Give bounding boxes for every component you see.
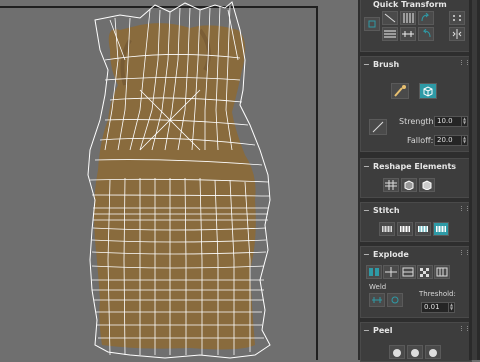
panel-scrollbar[interactable] — [469, 0, 480, 360]
spinner-arrows-icon[interactable]: ▲ ▼ — [461, 117, 467, 126]
peel-header[interactable]: − Peel — [361, 323, 471, 338]
scrollbar-thumb[interactable] — [472, 0, 477, 360]
explode-section: − Explode Weld Threshold: 0.01 ▲ ▼ — [360, 246, 472, 318]
threshold-input[interactable]: 0.01 ▲ ▼ — [421, 302, 455, 313]
slash-icon[interactable] — [369, 119, 387, 135]
relax-cube-icon[interactable] — [401, 178, 417, 192]
stitch-header[interactable]: − Stitch — [361, 203, 471, 218]
checker-icon[interactable] — [417, 265, 433, 279]
uv-editor-viewport[interactable] — [0, 0, 358, 360]
quick-transform-section: Quick Transform — [360, 0, 472, 52]
stitch-target-icon[interactable] — [433, 222, 449, 236]
strength-label: Strength: — [399, 117, 437, 126]
collapse-icon: − — [363, 326, 370, 335]
flip-button[interactable] — [449, 27, 465, 41]
align-vertical-button[interactable] — [400, 11, 416, 25]
explode-icon[interactable] — [366, 265, 382, 279]
falloff-value: 20.0 — [437, 136, 453, 144]
collapse-icon: − — [363, 206, 370, 215]
uv-wireframe[interactable] — [0, 0, 358, 360]
explode-title: Explode — [373, 250, 409, 259]
explode-header[interactable]: − Explode — [361, 247, 471, 262]
stitch-average-icon[interactable] — [415, 222, 431, 236]
reshape-header[interactable]: − Reshape Elements — [361, 159, 471, 174]
peel-reset-icon[interactable] — [425, 345, 441, 359]
peel-quick-icon[interactable] — [407, 345, 423, 359]
spacing-button[interactable] — [400, 27, 416, 41]
quick-transform-title: Quick Transform — [373, 0, 447, 9]
drag-handle-icon[interactable] — [461, 326, 468, 331]
distribute-button[interactable] — [449, 11, 465, 25]
reshape-title: Reshape Elements — [373, 162, 457, 171]
peel-icon[interactable] — [389, 345, 405, 359]
stitch-title: Stitch — [373, 206, 400, 215]
straighten-icon[interactable] — [382, 11, 398, 25]
collapse-icon: − — [363, 250, 370, 259]
weld-icon[interactable] — [369, 293, 385, 307]
grid-icon[interactable] — [383, 178, 399, 192]
align-horizontal-button[interactable] — [382, 27, 398, 41]
stitch-source-icon[interactable] — [397, 222, 413, 236]
rotate-cw-button[interactable] — [418, 11, 434, 25]
tool-panel: Quick Transform − Brush Strength: 10.0 ▲… — [358, 0, 480, 362]
cube-icon[interactable] — [419, 178, 435, 192]
paint-brush-icon[interactable] — [391, 83, 409, 99]
threshold-value: 0.01 — [424, 303, 440, 311]
strength-value: 10.0 — [437, 117, 453, 125]
spinner-arrows-icon[interactable]: ▲ ▼ — [461, 136, 467, 145]
rotate-ccw-button[interactable] — [418, 27, 434, 41]
falloff-input[interactable]: 20.0 ▲ ▼ — [434, 135, 468, 146]
brush-section: − Brush Strength: 10.0 ▲ ▼ Falloff: 20.0 … — [360, 56, 472, 152]
explode-grid-icon[interactable] — [434, 265, 450, 279]
weld-selected-icon[interactable] — [387, 293, 403, 307]
brush-title: Brush — [373, 60, 400, 69]
collapse-icon: − — [363, 60, 370, 69]
stitch-section: − Stitch — [360, 202, 472, 242]
brush-header[interactable]: − Brush — [361, 57, 471, 72]
spinner-arrows-icon[interactable]: ▲ ▼ — [448, 303, 454, 312]
drag-handle-icon[interactable] — [461, 250, 468, 255]
cube-icon[interactable] — [419, 83, 437, 99]
collapse-icon: − — [363, 162, 370, 171]
strength-input[interactable]: 10.0 ▲ ▼ — [434, 116, 468, 127]
weld-label: Weld — [369, 283, 387, 291]
falloff-label: Falloff: — [407, 136, 434, 145]
peel-title: Peel — [373, 326, 393, 335]
reshape-section: − Reshape Elements — [360, 158, 472, 198]
drag-handle-icon[interactable] — [461, 60, 468, 65]
explode-by-smoothing-icon[interactable] — [383, 265, 399, 279]
peel-section: − Peel — [360, 322, 472, 362]
drag-handle-icon[interactable] — [461, 206, 468, 211]
explode-by-material-icon[interactable] — [400, 265, 416, 279]
threshold-label: Threshold: — [419, 290, 456, 298]
stitch-icon[interactable] — [379, 222, 395, 236]
align-center-button[interactable] — [364, 17, 380, 31]
